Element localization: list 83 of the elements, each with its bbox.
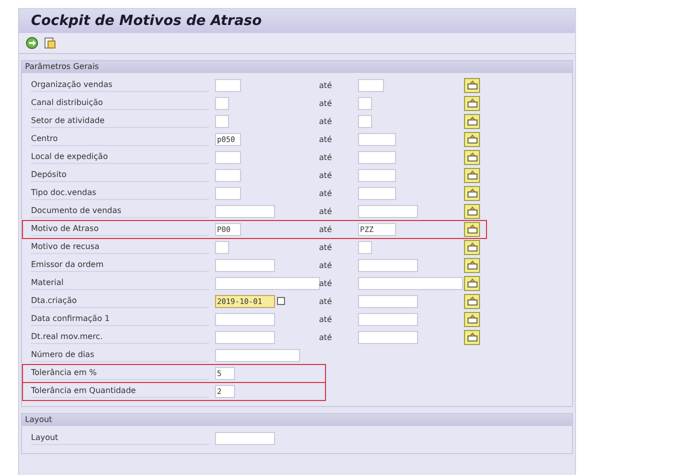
multiple-selection-button[interactable] (464, 132, 480, 146)
range-label: até (319, 260, 333, 270)
field-label: Dta.criação (31, 294, 209, 308)
field-label: Motivo de Atraso (31, 222, 209, 236)
input-field[interactable] (358, 276, 463, 290)
field-label: Setor de atividade (31, 114, 209, 128)
input-field[interactable] (358, 240, 372, 254)
field-label: Centro (31, 132, 209, 146)
input-field[interactable] (215, 258, 275, 272)
input-field[interactable] (358, 294, 418, 308)
multiple-selection-button[interactable] (464, 312, 480, 326)
input-field[interactable] (215, 96, 229, 110)
window-title: Cockpit de Motivos de Atraso (19, 9, 575, 33)
field-label: Depósito (31, 168, 209, 182)
field-label: Material (31, 276, 209, 290)
field-label: Tolerância em Quantidade (31, 384, 209, 398)
input-field[interactable] (358, 312, 418, 326)
field-label: Dt.real mov.merc. (31, 330, 209, 344)
input-field[interactable] (215, 78, 241, 92)
multiple-selection-button[interactable] (464, 114, 480, 128)
multiple-selection-button[interactable] (464, 96, 480, 110)
execute-icon[interactable] (25, 36, 39, 50)
multiple-selection-button[interactable] (464, 294, 480, 308)
input-field[interactable] (358, 258, 418, 272)
range-label: até (319, 170, 333, 180)
multiple-selection-button[interactable] (464, 150, 480, 164)
multiple-selection-button[interactable] (464, 222, 480, 236)
range-label: até (319, 206, 333, 216)
calendar-icon[interactable] (277, 297, 285, 305)
field-label: Motivo de recusa (31, 240, 209, 254)
section-title: Parâmetros Gerais (22, 61, 572, 73)
field-label: Canal distribuição (31, 96, 209, 110)
input-field[interactable] (215, 204, 275, 218)
section-title: Layout (22, 414, 572, 426)
input-field[interactable] (215, 312, 275, 326)
input-field[interactable] (358, 168, 396, 182)
field-label: Organização vendas (31, 78, 209, 92)
multiple-selection-button[interactable] (464, 78, 480, 92)
input-field[interactable] (215, 240, 229, 254)
input-field[interactable] (358, 150, 396, 164)
range-label: até (319, 134, 333, 144)
multiple-selection-button[interactable] (464, 240, 480, 254)
range-label: até (319, 116, 333, 126)
field-label: Número de dias (31, 348, 209, 362)
input-field[interactable] (358, 186, 396, 200)
range-label: até (319, 152, 333, 162)
input-field[interactable] (215, 348, 300, 362)
input-field[interactable] (358, 204, 418, 218)
field-label: Data confirmação 1 (31, 312, 209, 326)
field-label: Tolerância em % (31, 366, 209, 380)
field-label: Local de expedição (31, 150, 209, 164)
input-field[interactable] (215, 150, 241, 164)
input-field[interactable] (358, 330, 418, 344)
field-label: Layout (31, 431, 209, 445)
multiple-selection-button[interactable] (464, 204, 480, 218)
range-label: até (319, 188, 333, 198)
multiple-selection-button[interactable] (464, 168, 480, 182)
input-field[interactable] (358, 78, 384, 92)
input-field[interactable] (358, 132, 396, 146)
input-field[interactable] (215, 330, 275, 344)
range-label: até (319, 80, 333, 90)
multiple-selection-button[interactable] (464, 186, 480, 200)
input-field[interactable] (358, 96, 372, 110)
range-label: até (319, 296, 333, 306)
range-label: até (319, 314, 333, 324)
input-field[interactable] (215, 114, 229, 128)
input-field[interactable] (215, 276, 320, 290)
input-field[interactable] (215, 186, 241, 200)
input-field[interactable] (215, 168, 241, 182)
document-icon[interactable] (43, 36, 57, 50)
input-field[interactable] (358, 114, 372, 128)
range-label: até (319, 242, 333, 252)
range-label: até (319, 332, 333, 342)
field-label: Emissor da ordem (31, 258, 209, 272)
field-label: Documento de vendas (31, 204, 209, 218)
multiple-selection-button[interactable] (464, 276, 480, 290)
range-label: até (319, 98, 333, 108)
field-label: Tipo doc.vendas (31, 186, 209, 200)
multiple-selection-button[interactable] (464, 330, 480, 344)
input-field[interactable] (215, 432, 275, 444)
range-label: até (319, 278, 333, 288)
range-label: até (319, 224, 333, 234)
multiple-selection-button[interactable] (464, 258, 480, 272)
